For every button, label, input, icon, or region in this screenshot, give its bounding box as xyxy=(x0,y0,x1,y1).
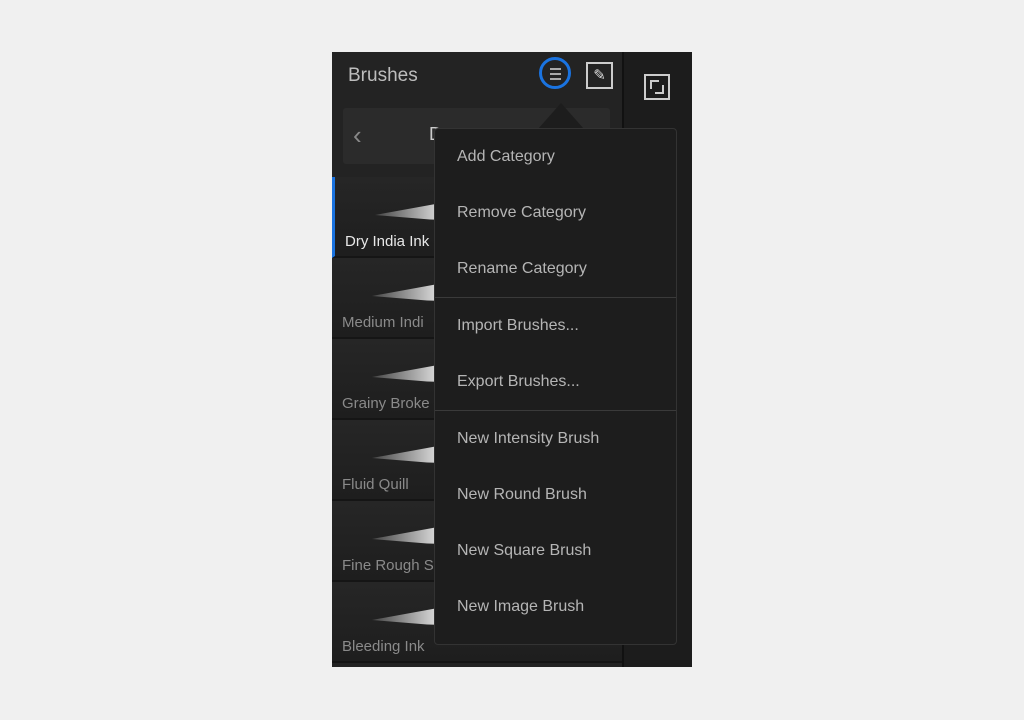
menu-item-remove-category[interactable]: Remove Category xyxy=(435,185,676,241)
menu-item-import-brushes[interactable]: Import Brushes... xyxy=(435,298,676,354)
brush-label: Fluid Quill xyxy=(342,476,409,493)
pin-icon[interactable]: ✎ xyxy=(586,62,613,89)
brush-label: Dry India Ink xyxy=(345,233,430,250)
hamburger-icon[interactable] xyxy=(539,57,571,89)
menu-item-new-intensity-brush[interactable]: New Intensity Brush xyxy=(435,411,676,467)
brush-label: Grainy Broke xyxy=(342,395,430,412)
menu-item-new-round-brush[interactable]: New Round Brush xyxy=(435,467,676,523)
chevron-left-icon[interactable]: ‹ xyxy=(353,120,362,151)
menu-item-new-image-brush[interactable]: New Image Brush xyxy=(435,579,676,635)
panel-header: Brushes ✎ xyxy=(332,52,622,100)
brushes-menu: Add Category Remove Category Rename Cate… xyxy=(434,128,677,645)
expand-icon[interactable] xyxy=(644,74,670,100)
menu-caret xyxy=(538,103,584,129)
menu-item-new-square-brush[interactable]: New Square Brush xyxy=(435,523,676,579)
menu-item-export-brushes[interactable]: Export Brushes... xyxy=(435,354,676,410)
menu-item-add-category[interactable]: Add Category xyxy=(435,129,676,185)
panel-title: Brushes xyxy=(348,65,418,86)
brush-label: Fine Rough S xyxy=(342,557,434,574)
menu-item-rename-category[interactable]: Rename Category xyxy=(435,241,676,297)
brush-label: Medium Indi xyxy=(342,314,424,331)
brush-label: Bleeding Ink xyxy=(342,638,425,655)
